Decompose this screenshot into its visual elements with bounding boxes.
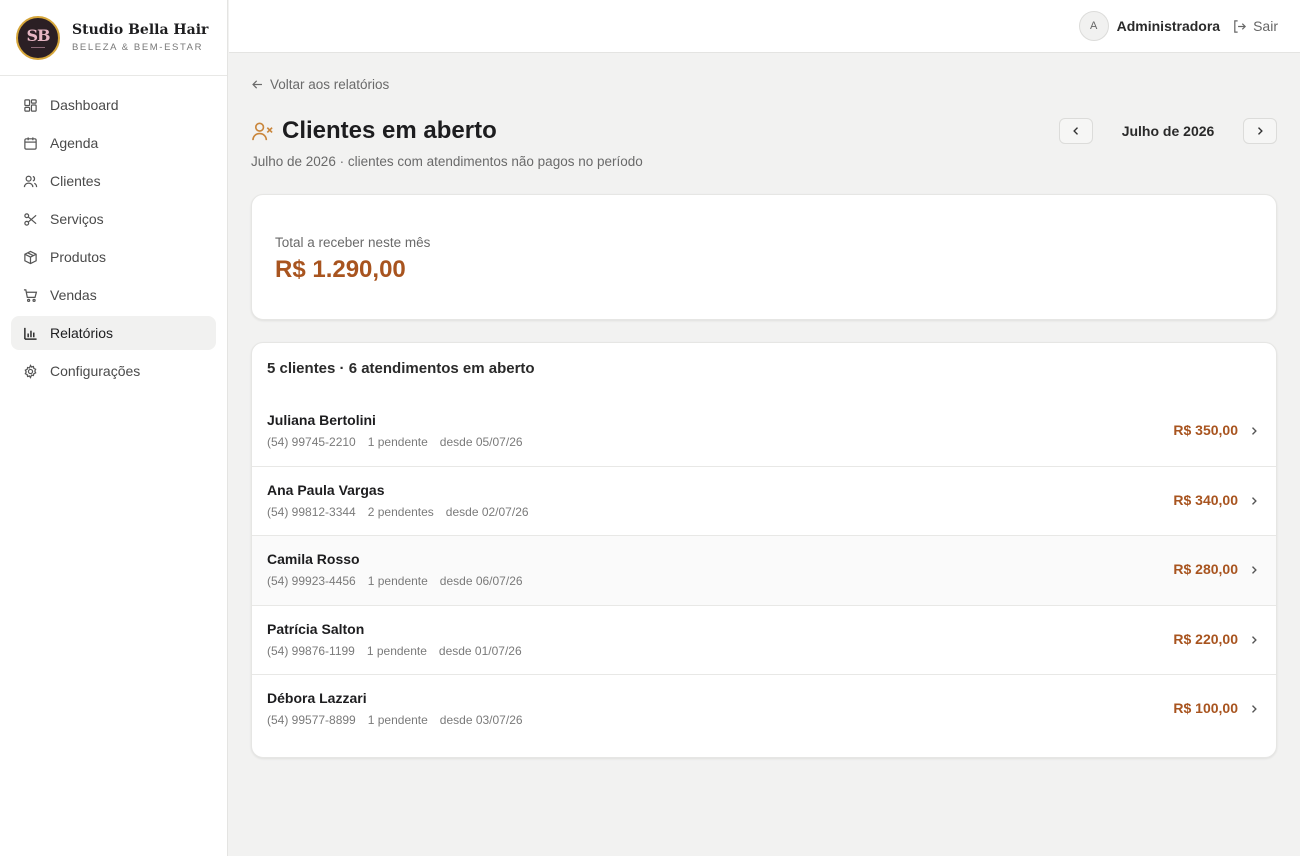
sidebar-item-dashboard[interactable]: Dashboard	[11, 88, 216, 122]
chevron-right-icon	[1258, 127, 1263, 135]
month-navigator: Julho de 2026	[1059, 118, 1277, 144]
dashboard-icon	[24, 98, 37, 112]
client-name: Camila Rosso	[267, 551, 360, 567]
user-x-icon	[252, 122, 273, 140]
chevron-left-icon	[1073, 127, 1078, 135]
sidebar-item-label: Configurações	[50, 363, 141, 379]
page-title: Clientes em aberto	[282, 117, 497, 144]
next-month-button[interactable]	[1243, 118, 1277, 144]
client-meta: (54) 99876-1199 1 pendente desde 01/07/2…	[267, 644, 534, 658]
topbar: A Administradora Sair	[229, 0, 1300, 53]
client-phone: (54) 99876-1199	[267, 643, 355, 658]
brand-tagline: BELEZA & BEM-ESTAR	[72, 42, 204, 53]
previous-month-button[interactable]	[1059, 118, 1093, 144]
summary-card: Total a receber neste mês R$ 1.290,00	[251, 194, 1277, 320]
client-pending-count: 1 pendente	[366, 643, 427, 658]
sidebar-item-label: Clientes	[50, 173, 101, 189]
client-since-date: desde 06/07/26	[439, 574, 523, 588]
back-link[interactable]: Voltar aos relatórios	[251, 77, 389, 92]
chevron-right-icon	[1252, 705, 1257, 713]
client-meta: (54) 99745-2210 1 pendente desde 05/07/2…	[267, 435, 535, 449]
logout-icon	[1234, 19, 1247, 33]
arrow-left-icon	[252, 80, 262, 89]
client-meta: (54) 99577-8899 1 pendente desde 03/07/2…	[267, 713, 535, 727]
chevron-right-icon	[1252, 635, 1257, 644]
calendar-icon	[24, 136, 37, 150]
sidebar-item-label: Vendas	[50, 287, 97, 303]
client-phone: (54) 99577-8899	[267, 713, 356, 727]
brand-logo-initials: SB	[26, 25, 50, 45]
client-since-date: desde 02/07/26	[445, 504, 529, 519]
chevron-right-icon	[1252, 566, 1257, 574]
logout-button[interactable]: Sair	[1232, 18, 1278, 34]
summary-label: Total a receber neste mês	[275, 235, 431, 250]
sidebar-item-configuracoes[interactable]: Configurações	[11, 354, 216, 388]
sidebar-nav: Dashboard Agenda Clientes Serviços Produ…	[0, 76, 227, 404]
client-phone: (54) 99812-3344	[267, 504, 356, 519]
client-meta: (54) 99923-4456 1 pendente desde 06/07/2…	[267, 574, 535, 588]
list-item[interactable]: Patrícia Salton (54) 99876-1199 1 penden…	[252, 606, 1276, 675]
client-amount: R$ 100,00	[1173, 700, 1238, 716]
client-amount: R$ 280,00	[1173, 561, 1238, 577]
cart-icon	[23, 288, 38, 302]
list-item[interactable]: Débora Lazzari (54) 99577-8899 1 pendent…	[252, 675, 1276, 745]
client-pending-count: 1 pendente	[367, 713, 428, 727]
brand-name: Studio Bella Hair	[72, 22, 209, 38]
sidebar-item-label: Relatórios	[50, 325, 114, 341]
sidebar-item-label: Agenda	[50, 135, 99, 151]
client-name: Juliana Bertolini	[267, 412, 376, 428]
client-amount: R$ 220,00	[1173, 630, 1238, 647]
page-header: Clientes em aberto	[251, 117, 497, 145]
sidebar: SB Studio Bella Hair BELEZA & BEM-ESTAR …	[0, 0, 228, 856]
client-pending-count: 2 pendentes	[367, 504, 434, 519]
client-name: Ana Paula Vargas	[267, 481, 385, 498]
sidebar-item-produtos[interactable]: Produtos	[11, 240, 216, 274]
bar-chart-icon	[24, 327, 37, 340]
brand: SB Studio Bella Hair BELEZA & BEM-ESTAR	[0, 0, 227, 76]
users-icon	[23, 175, 38, 187]
chevron-right-icon	[1252, 427, 1257, 435]
sidebar-item-servicos[interactable]: Serviços	[11, 202, 216, 236]
client-pending-count: 1 pendente	[367, 435, 428, 449]
logout-label: Sair	[1253, 18, 1278, 34]
brand-logo: SB	[16, 15, 60, 60]
client-meta: (54) 99812-3344 2 pendentes desde 02/07/…	[267, 505, 541, 519]
sidebar-item-label: Serviços	[50, 211, 104, 227]
client-phone: (54) 99923-4456	[267, 574, 356, 588]
gear-icon	[24, 363, 37, 379]
client-name: Débora Lazzari	[267, 690, 367, 706]
sidebar-item-clientes[interactable]: Clientes	[11, 164, 216, 198]
back-link-label: Voltar aos relatórios	[270, 77, 390, 92]
client-since-date: desde 01/07/26	[438, 643, 522, 658]
page-subtitle: Julho de 2026 · clientes com atendimento…	[251, 154, 643, 169]
scissors-icon	[24, 212, 37, 226]
client-amount: R$ 350,00	[1173, 422, 1238, 438]
sidebar-item-label: Produtos	[50, 249, 107, 265]
sidebar-item-vendas[interactable]: Vendas	[11, 278, 216, 312]
list-item[interactable]: Juliana Bertolini (54) 99745-2210 1 pend…	[252, 397, 1276, 467]
avatar[interactable]: A	[1078, 11, 1109, 41]
sidebar-item-agenda[interactable]: Agenda	[11, 126, 216, 160]
sidebar-item-relatorios[interactable]: Relatórios	[11, 316, 216, 350]
client-pending-count: 1 pendente	[367, 574, 428, 588]
brand-logo-underline	[31, 46, 45, 48]
list-item[interactable]: Camila Rosso (54) 99923-4456 1 pendente …	[252, 536, 1276, 606]
client-name: Patrícia Salton	[267, 620, 365, 637]
client-amount: R$ 340,00	[1173, 491, 1238, 508]
client-phone: (54) 99745-2210	[267, 435, 356, 449]
user-name: Administradora	[1116, 18, 1221, 34]
list-header: 5 clientes · 6 atendimentos em aberto	[267, 360, 535, 377]
client-since-date: desde 03/07/26	[439, 713, 523, 727]
chevron-right-icon	[1252, 496, 1257, 505]
open-clients-list: 5 clientes · 6 atendimentos em aberto Ju…	[251, 342, 1277, 758]
current-month-label: Julho de 2026	[1121, 123, 1215, 139]
list-item[interactable]: Ana Paula Vargas (54) 99812-3344 2 pende…	[252, 467, 1276, 536]
sidebar-item-label: Dashboard	[50, 97, 119, 113]
package-icon	[24, 250, 37, 264]
summary-total-value: R$ 1.290,00	[275, 256, 406, 283]
client-since-date: desde 05/07/26	[439, 435, 523, 449]
